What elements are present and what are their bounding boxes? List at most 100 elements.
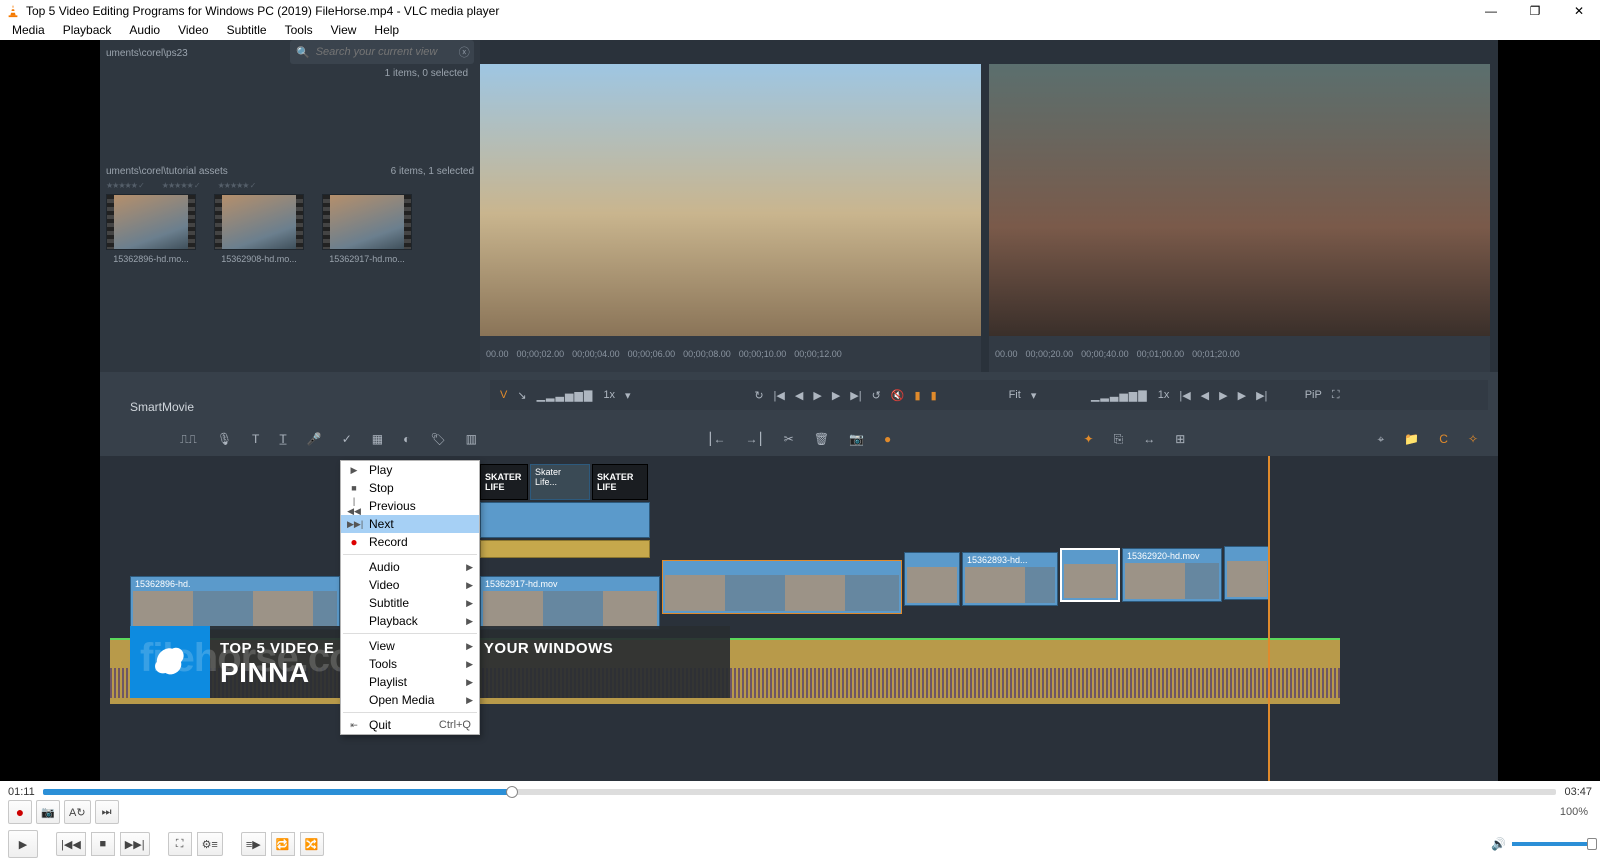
smartmovie-label[interactable]: SmartMovie bbox=[130, 400, 194, 414]
total-time[interactable]: 03:47 bbox=[1564, 786, 1592, 798]
frame-step-button[interactable]: ⏭ bbox=[95, 800, 119, 824]
fullscreen-button[interactable]: ⛶ bbox=[168, 832, 192, 856]
timeline-clip[interactable]: 15362917-hd.mov bbox=[480, 576, 660, 630]
close-button[interactable]: ✕ bbox=[1564, 1, 1594, 21]
volume-track[interactable] bbox=[1512, 842, 1592, 846]
playhead[interactable] bbox=[1268, 456, 1270, 781]
prev-frame-icon[interactable]: |◀ bbox=[774, 389, 785, 402]
timeline-clip[interactable] bbox=[904, 552, 960, 606]
dropdown-icon[interactable]: ▾ bbox=[625, 389, 631, 402]
folder-icon[interactable]: 📁 bbox=[1404, 432, 1419, 446]
ctx-quit[interactable]: ⇤QuitCtrl+Q bbox=[341, 716, 479, 734]
library-search[interactable]: 🔍 ⓧ bbox=[290, 40, 474, 64]
next-frame-icon[interactable]: ▶| bbox=[850, 389, 861, 402]
voiceover-icon[interactable]: 🎤 bbox=[307, 432, 322, 446]
stop-button[interactable]: ■ bbox=[91, 832, 115, 856]
library-thumb[interactable]: 15362896-hd.mo... bbox=[106, 194, 196, 264]
magnet-icon[interactable]: ⎘ bbox=[1114, 432, 1124, 447]
timeline-clip[interactable]: Skater Life... bbox=[530, 464, 590, 500]
timeline-clip-selected[interactable] bbox=[1060, 548, 1120, 602]
ctx-play[interactable]: ▶Play bbox=[341, 461, 479, 479]
step-fwd-icon[interactable]: ▶ bbox=[1238, 389, 1246, 402]
editor-timeline[interactable]: SKATER LIFE Skater Life... SKATER LIFE 1… bbox=[100, 456, 1498, 781]
mixer-icon[interactable]: ⎍⎍ bbox=[180, 432, 197, 447]
razor-icon[interactable]: ✂ bbox=[784, 432, 794, 446]
menu-tools[interactable]: Tools bbox=[277, 22, 321, 40]
program-preview[interactable]: 00.00 00;00;20.00 00;00;40.00 00;01;00.0… bbox=[989, 64, 1490, 372]
volume-control[interactable]: 🔊 bbox=[1491, 837, 1592, 851]
ctx-open-media[interactable]: Open Media▶ bbox=[341, 691, 479, 709]
timeline-clip[interactable] bbox=[480, 502, 650, 538]
seek-knob[interactable] bbox=[506, 786, 518, 798]
play-icon[interactable]: ▶ bbox=[1219, 389, 1227, 402]
gear-icon[interactable]: C bbox=[1439, 432, 1448, 446]
previous-button[interactable]: |◀◀ bbox=[56, 832, 86, 856]
menu-audio[interactable]: Audio bbox=[121, 22, 168, 40]
title-tool-icon[interactable]: T̲ bbox=[279, 432, 286, 446]
loop-icon[interactable]: ↻ bbox=[754, 389, 763, 402]
loop-button[interactable]: 🔁 bbox=[271, 832, 295, 856]
ctx-next[interactable]: ▶▶|Next bbox=[341, 515, 479, 533]
grid-icon[interactable]: ▦ bbox=[372, 432, 383, 446]
step-back-icon[interactable]: ◀ bbox=[1201, 389, 1209, 402]
context-menu[interactable]: ▶Play■Stop|◀◀Previous▶▶|Next●RecordAudio… bbox=[340, 460, 480, 735]
expand-icon[interactable]: ⊞ bbox=[1175, 432, 1185, 446]
timeline-clip[interactable]: SKATER LIFE bbox=[480, 464, 528, 500]
ctx-playback[interactable]: Playback▶ bbox=[341, 612, 479, 630]
library-thumb[interactable]: 15362917-hd.mo... bbox=[322, 194, 412, 264]
library-search-input[interactable] bbox=[316, 46, 459, 58]
next-frame-icon[interactable]: ▶| bbox=[1256, 389, 1267, 402]
elapsed-time[interactable]: 01:11 bbox=[8, 786, 35, 798]
ctx-tools[interactable]: Tools▶ bbox=[341, 655, 479, 673]
menu-media[interactable]: Media bbox=[4, 22, 53, 40]
trash-icon[interactable]: 🗑 bbox=[814, 432, 829, 446]
timeline-clip[interactable]: 15362893-hd... bbox=[962, 552, 1058, 606]
menu-help[interactable]: Help bbox=[366, 22, 407, 40]
fullscreen-icon[interactable]: ⛶ bbox=[1332, 389, 1340, 402]
maximize-button[interactable]: ❐ bbox=[1520, 1, 1550, 21]
timeline-clip[interactable] bbox=[1224, 546, 1270, 600]
extended-settings-button[interactable]: ⚙≡ bbox=[197, 832, 223, 856]
loop-a-button[interactable]: A↻ bbox=[64, 800, 91, 824]
wand-icon[interactable]: ✧ bbox=[1468, 432, 1478, 446]
prev-frame-icon[interactable]: |◀ bbox=[1179, 389, 1190, 402]
fx-icon[interactable]: ◐ bbox=[403, 432, 410, 446]
volume-knob[interactable] bbox=[1587, 838, 1597, 850]
mute-icon[interactable]: 🔇 bbox=[891, 389, 905, 402]
vector-icon[interactable]: ✓ bbox=[342, 432, 352, 446]
ctx-view[interactable]: View▶ bbox=[341, 637, 479, 655]
library-thumb[interactable]: 15362908-hd.mo... bbox=[214, 194, 304, 264]
text-tool-icon[interactable]: T bbox=[252, 432, 259, 446]
next-button[interactable]: ▶▶| bbox=[120, 832, 150, 856]
mic-icon[interactable]: 🎙 bbox=[217, 432, 232, 446]
shuffle-button[interactable]: 🔀 bbox=[300, 832, 324, 856]
ctx-video[interactable]: Video▶ bbox=[341, 576, 479, 594]
fit-label[interactable]: Fit bbox=[1009, 389, 1021, 401]
in-marker-icon[interactable]: ▮ bbox=[915, 389, 921, 402]
menu-playback[interactable]: Playback bbox=[55, 22, 120, 40]
program-timeline[interactable]: 00.00 00;00;20.00 00;00;40.00 00;01;00.0… bbox=[989, 336, 1490, 372]
timeline-clip[interactable]: 15362896-hd. bbox=[130, 576, 340, 630]
snapshot-button[interactable]: 📷 bbox=[36, 800, 60, 824]
playlist-button[interactable]: ≡▶ bbox=[241, 832, 266, 856]
pip-label[interactable]: PiP bbox=[1305, 389, 1322, 401]
video-area[interactable]: Timeline 🔍 ⓧ uments\corel\ps23 1 items, … bbox=[0, 40, 1600, 781]
timeline-clip[interactable] bbox=[662, 560, 902, 614]
clear-icon[interactable]: ⓧ bbox=[459, 44, 470, 60]
snapshot-icon[interactable]: 📷 bbox=[849, 432, 864, 446]
menu-video[interactable]: Video bbox=[170, 22, 216, 40]
menu-view[interactable]: View bbox=[323, 22, 365, 40]
ctx-previous[interactable]: |◀◀Previous bbox=[341, 497, 479, 515]
marker-icon[interactable]: ● bbox=[884, 432, 891, 446]
play-button[interactable]: ▶ bbox=[8, 830, 38, 858]
tag-icon[interactable]: 🏷 bbox=[430, 432, 445, 446]
split-icon[interactable]: →⎮ bbox=[746, 432, 764, 446]
step-fwd-icon[interactable]: ▶ bbox=[832, 389, 840, 402]
dropdown-icon[interactable]: ▾ bbox=[1031, 389, 1037, 402]
magnet2-icon[interactable]: ⌖ bbox=[1378, 432, 1385, 447]
step-back-icon[interactable]: ◀ bbox=[795, 389, 803, 402]
loop-end-icon[interactable]: ↺ bbox=[872, 389, 881, 402]
speaker-icon[interactable]: 🔊 bbox=[1491, 837, 1506, 851]
link-icon[interactable]: ↔ bbox=[1143, 432, 1155, 446]
ctx-record[interactable]: ●Record bbox=[341, 533, 479, 551]
